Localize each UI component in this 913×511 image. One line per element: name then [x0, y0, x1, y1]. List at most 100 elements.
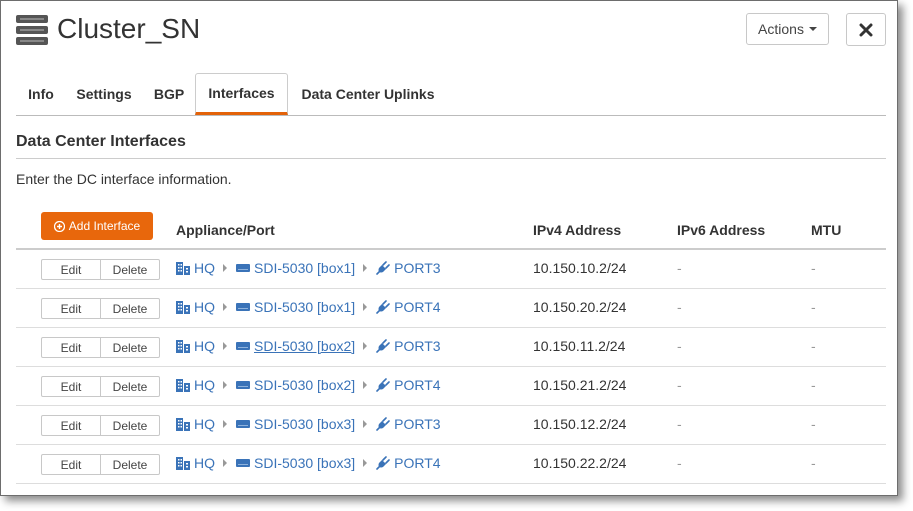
- mtu-value: -: [811, 338, 816, 354]
- site-link[interactable]: HQ: [176, 299, 215, 315]
- site-text: HQ: [194, 377, 215, 393]
- ipv4-address: 10.150.20.2/24: [533, 299, 626, 315]
- appliance-port-path: HQ SDI-5030 [box2] PORT3: [176, 338, 441, 354]
- mtu-value: -: [811, 455, 816, 471]
- ipv6-text: -: [677, 260, 682, 276]
- edit-button[interactable]: Edit: [41, 337, 101, 358]
- appliance-icon: [236, 264, 250, 272]
- edit-text: Edit: [60, 418, 82, 433]
- ipv4-text: 10.150.10.2/24: [533, 260, 627, 276]
- appliance-link[interactable]: SDI-5030 [box3]: [236, 455, 355, 471]
- row-actions: Edit Delete: [41, 259, 160, 280]
- site-text: HQ: [194, 260, 215, 276]
- mtu-text: -: [811, 416, 816, 432]
- appliance-link[interactable]: SDI-5030 [box1]: [236, 260, 355, 276]
- table-row: Edit Delete HQ S: [16, 250, 886, 289]
- mtu-value: -: [811, 299, 816, 315]
- mtu-text: -: [811, 299, 816, 315]
- site-text: HQ: [194, 299, 215, 315]
- chevron-right-icon: [223, 303, 227, 311]
- tab-interfaces[interactable]: Interfaces: [195, 73, 288, 115]
- tab-settings[interactable]: Settings: [68, 73, 140, 114]
- caret-down-icon: [808, 27, 817, 31]
- ipv6-address: -: [677, 260, 682, 276]
- port-link[interactable]: PORT4: [376, 377, 441, 393]
- building-icon: [176, 379, 190, 392]
- actions-button[interactable]: Actions: [746, 13, 829, 45]
- ipv4-text: 10.150.22.2/24: [533, 455, 627, 471]
- port-link[interactable]: PORT3: [376, 260, 441, 276]
- appliance-port-path: HQ SDI-5030 [box1] PORT4: [176, 299, 441, 315]
- edit-button[interactable]: Edit: [41, 298, 101, 319]
- site-link[interactable]: HQ: [176, 416, 215, 432]
- site-link[interactable]: HQ: [176, 260, 215, 276]
- appliance-link[interactable]: SDI-5030 [box3]: [236, 416, 355, 432]
- edit-button[interactable]: Edit: [41, 259, 101, 280]
- port-text: PORT4: [394, 455, 441, 471]
- chevron-right-icon: [363, 459, 368, 467]
- site-link[interactable]: HQ: [176, 338, 215, 354]
- column-header-ipv6[interactable]: IPv6 Address: [677, 222, 765, 238]
- ipv4-text: 10.150.12.2/24: [533, 416, 627, 432]
- site-link[interactable]: HQ: [176, 377, 215, 393]
- chevron-right-icon: [363, 420, 368, 428]
- edit-button[interactable]: Edit: [41, 454, 101, 475]
- tab-info[interactable]: Info: [16, 73, 66, 114]
- plug-icon: [376, 339, 390, 353]
- mtu-value: -: [811, 377, 816, 393]
- port-link[interactable]: PORT4: [376, 455, 441, 471]
- ipv6-address: -: [677, 416, 682, 432]
- port-link[interactable]: PORT3: [376, 338, 441, 354]
- port-link[interactable]: PORT4: [376, 299, 441, 315]
- appliance-link[interactable]: SDI-5030 [box2]: [236, 377, 355, 393]
- building-icon: [176, 301, 190, 314]
- edit-button[interactable]: Edit: [41, 376, 101, 397]
- building-icon: [176, 340, 190, 353]
- appliance-icon: [236, 381, 250, 389]
- port-text: PORT3: [394, 260, 441, 276]
- ipv6-text: -: [677, 455, 682, 471]
- tab-bgp[interactable]: BGP: [146, 73, 192, 114]
- add-interface-button[interactable]: Add Interface: [41, 212, 153, 240]
- port-link[interactable]: PORT3: [376, 416, 441, 432]
- delete-button[interactable]: Delete: [101, 298, 160, 319]
- chevron-right-icon: [223, 342, 227, 350]
- appliance-text: SDI-5030 [box2]: [254, 377, 356, 393]
- chevron-right-icon: [363, 342, 368, 350]
- delete-text: Delete: [112, 301, 148, 316]
- appliance-link[interactable]: SDI-5030 [box2]: [236, 338, 355, 354]
- delete-button[interactable]: Delete: [101, 454, 160, 475]
- appliance-text: SDI-5030 [box3]: [254, 455, 356, 471]
- edit-button[interactable]: Edit: [41, 415, 101, 436]
- appliance-icon: [236, 303, 250, 311]
- chevron-right-icon: [223, 381, 227, 389]
- delete-button[interactable]: Delete: [101, 259, 160, 280]
- column-header-mtu[interactable]: MTU: [811, 222, 841, 238]
- column-header-appliance-port[interactable]: Appliance/Port: [176, 222, 275, 238]
- delete-text: Delete: [112, 262, 148, 277]
- tab-bar: Info Settings BGP Interfaces Data Center…: [16, 73, 886, 116]
- appliance-link[interactable]: SDI-5030 [box1]: [236, 299, 355, 315]
- tab-data-center-uplinks[interactable]: Data Center Uplinks: [294, 73, 442, 114]
- mtu-text: -: [811, 338, 816, 354]
- mtu-text: -: [811, 455, 816, 471]
- delete-button[interactable]: Delete: [101, 415, 160, 436]
- chevron-right-icon: [363, 303, 368, 311]
- delete-button[interactable]: Delete: [101, 376, 160, 397]
- table-row: Edit Delete HQ S: [16, 328, 886, 367]
- ipv4-address: 10.150.22.2/24: [533, 455, 626, 471]
- ipv6-text: -: [677, 416, 682, 432]
- row-actions: Edit Delete: [41, 415, 160, 436]
- plug-icon: [376, 378, 390, 392]
- plug-icon: [376, 261, 390, 275]
- site-link[interactable]: HQ: [176, 455, 215, 471]
- close-button[interactable]: [846, 13, 886, 46]
- page-title: Cluster_SN: [57, 13, 201, 44]
- building-icon: [176, 457, 190, 470]
- column-header-ipv4[interactable]: IPv4 Address: [533, 222, 621, 238]
- appliance-text: SDI-5030 [box3]: [254, 416, 356, 432]
- ipv4-address: 10.150.21.2/24: [533, 377, 626, 393]
- building-icon: [176, 262, 190, 275]
- actions-label: Actions: [758, 21, 804, 37]
- delete-button[interactable]: Delete: [101, 337, 160, 358]
